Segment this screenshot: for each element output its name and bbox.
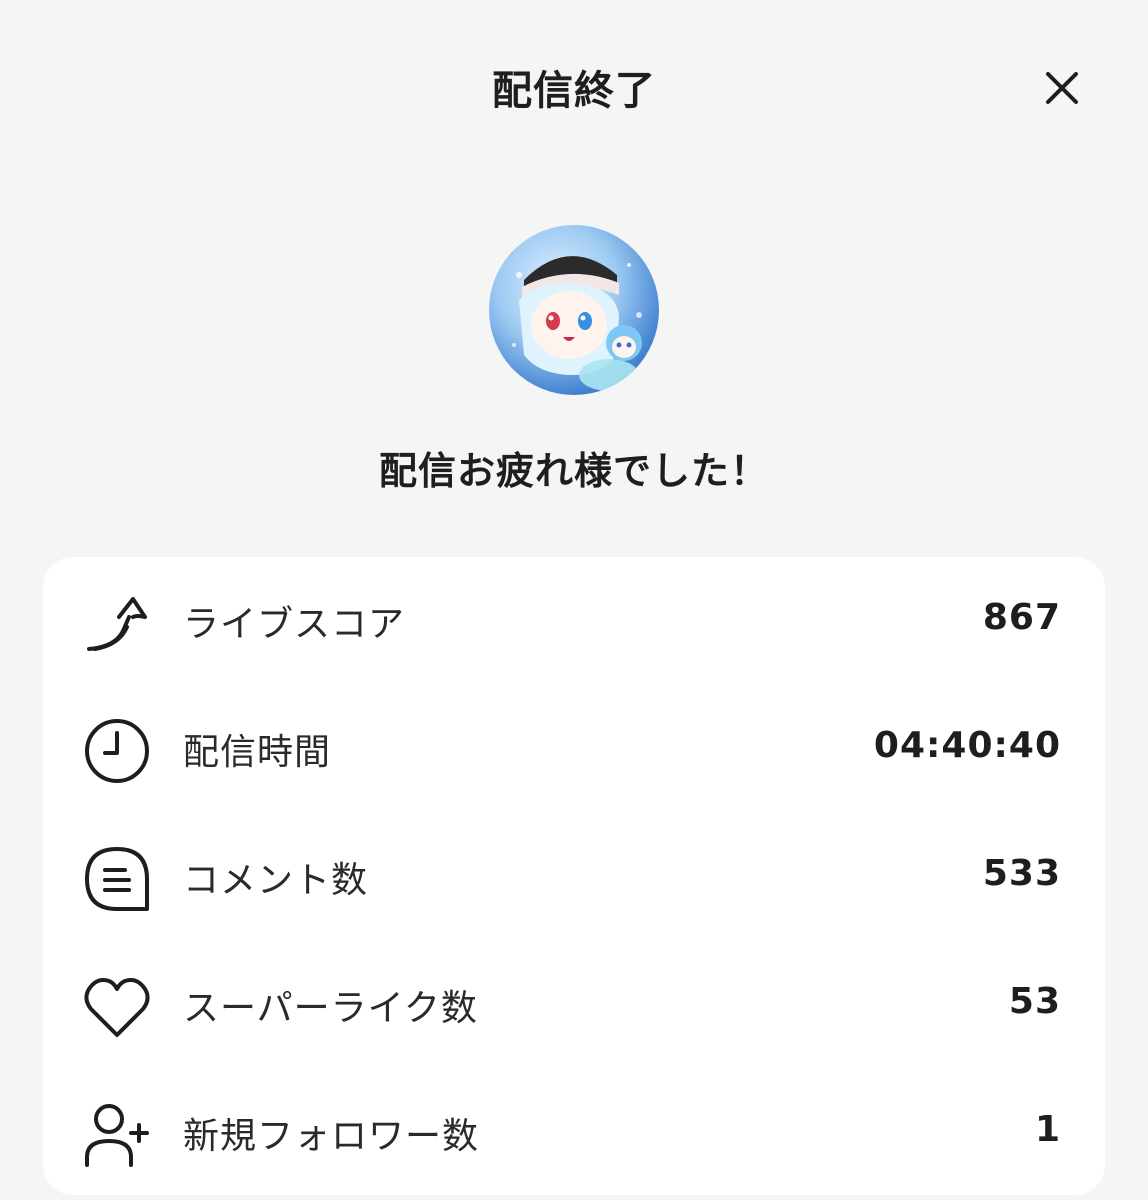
stat-value: 867 [982, 597, 1061, 638]
completion-message: 配信お疲れ様でした！ [378, 449, 769, 493]
arrow-up-icon [81, 587, 153, 659]
stat-label: コメント数 [183, 860, 369, 901]
close-button[interactable] [1036, 62, 1088, 114]
page-title: 配信終了 [492, 68, 656, 114]
stats-card: ライブスコア 867 配信時間 04:40:40 コメント数 533 スーパーラ… [43, 557, 1105, 1195]
stat-label: スーパーライク数 [183, 988, 478, 1029]
avatar-illustration [512, 256, 642, 391]
stat-value: 533 [982, 853, 1061, 894]
stat-label: 新規フォロワー数 [183, 1116, 480, 1157]
add-user-icon [81, 1099, 153, 1171]
clock-icon [81, 715, 153, 787]
avatar [489, 225, 659, 395]
stat-row-new-followers: 新規フォロワー数 1 [43, 1069, 1105, 1197]
heart-icon [81, 971, 153, 1043]
stat-value: 53 [1008, 981, 1061, 1022]
close-icon [1046, 72, 1078, 104]
stat-row-super-likes: スーパーライク数 53 [43, 941, 1105, 1069]
stat-value: 1 [1034, 1109, 1061, 1150]
stream-end-screen: 配信終了 配信お疲れ様でした！ ライブスコア 867 配信時間 04:40:40… [0, 0, 1148, 1200]
stat-row-stream-time: 配信時間 04:40:40 [43, 685, 1105, 813]
stat-row-live-score: ライブスコア 867 [43, 557, 1105, 685]
stat-label: ライブスコア [183, 604, 406, 645]
stat-value: 04:40:40 [873, 725, 1061, 766]
comment-icon [81, 843, 153, 915]
stat-label: 配信時間 [183, 732, 332, 773]
stat-row-comments: コメント数 533 [43, 813, 1105, 941]
